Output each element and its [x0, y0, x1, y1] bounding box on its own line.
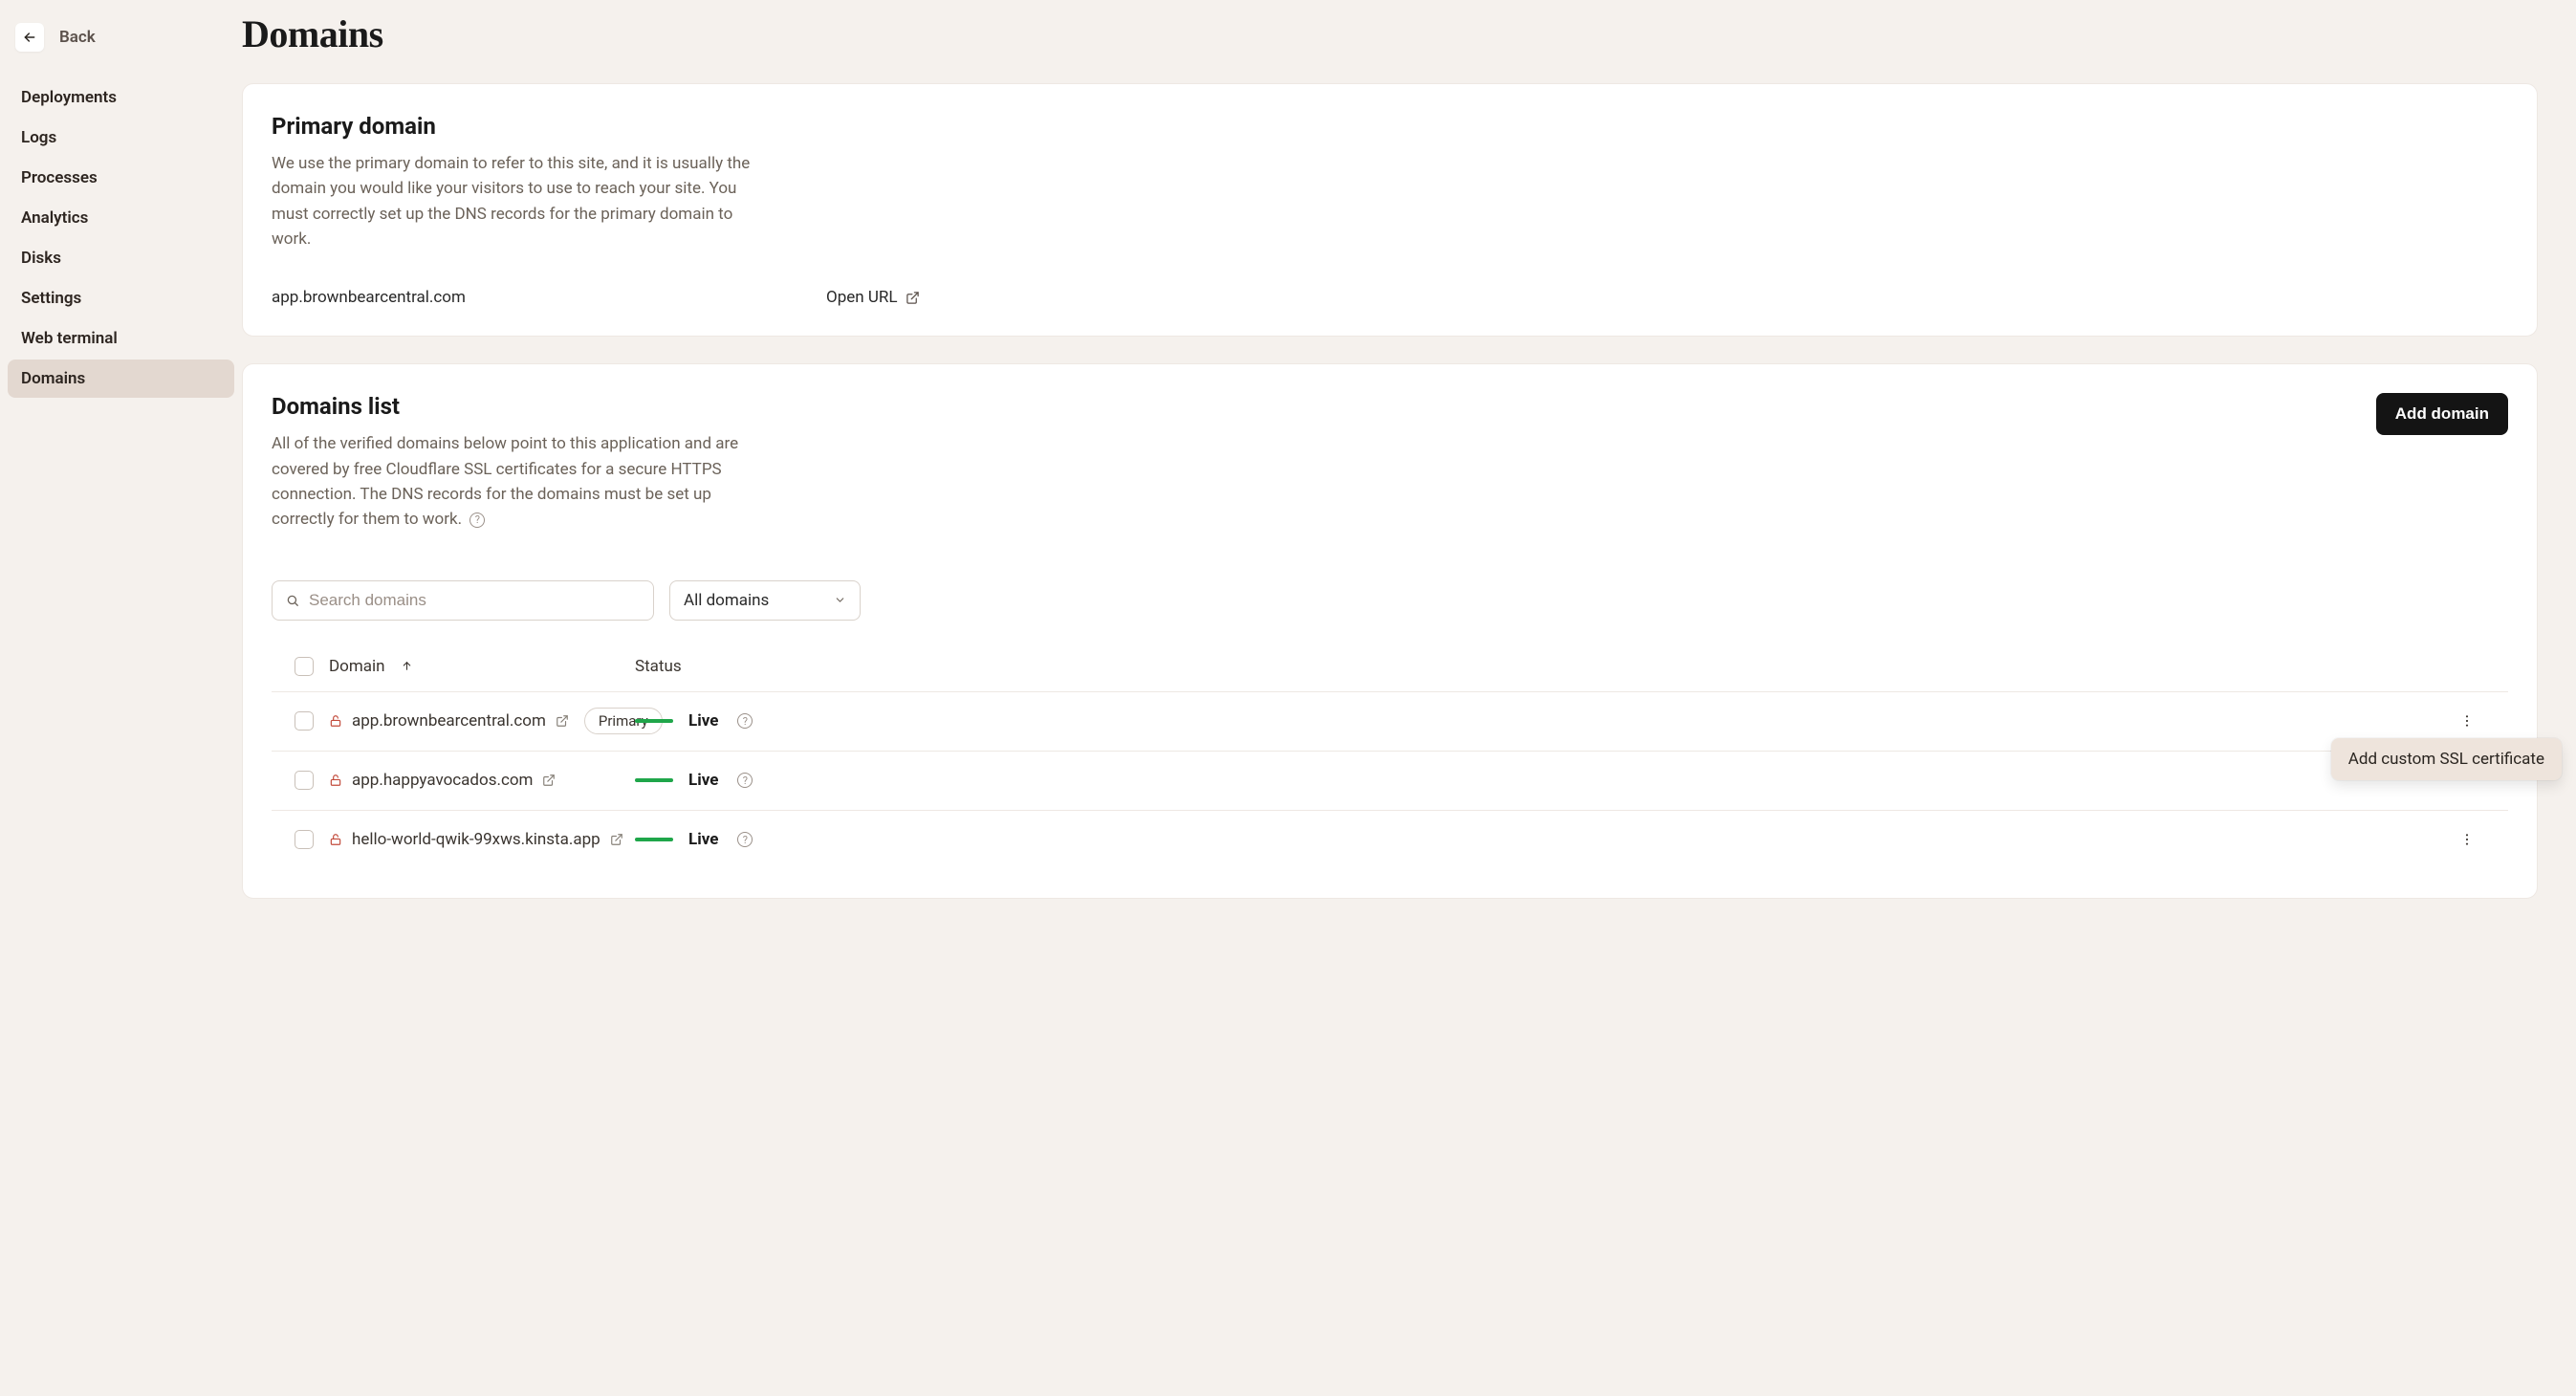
row-checkbox[interactable]	[295, 830, 314, 849]
sidebar-item-web-terminal[interactable]: Web terminal	[8, 319, 234, 358]
open-url-link[interactable]: Open URL	[826, 288, 920, 307]
row-actions-menu[interactable]	[2455, 709, 2479, 733]
sidebar-item-settings[interactable]: Settings	[8, 279, 234, 317]
lock-open-icon	[329, 833, 342, 846]
column-header-status[interactable]: Status	[635, 657, 960, 676]
add-ssl-popover[interactable]: Add custom SSL certificate	[2331, 738, 2562, 780]
add-domain-button[interactable]: Add domain	[2376, 393, 2508, 435]
sidebar: Back Deployments Logs Processes Analytic…	[0, 0, 242, 1396]
primary-domain-heading: Primary domain	[272, 113, 2508, 140]
lock-open-icon	[329, 774, 342, 787]
page-title: Domains	[242, 11, 2538, 56]
status-text: Live	[688, 711, 718, 731]
table-row: app.happyavocados.com Live ?	[272, 751, 2508, 810]
row-checkbox[interactable]	[295, 711, 314, 731]
primary-domain-description: We use the primary domain to refer to th…	[272, 151, 769, 251]
search-domains-input[interactable]	[309, 591, 640, 610]
chevron-down-icon	[834, 594, 846, 606]
status-indicator	[635, 719, 673, 723]
search-domains-wrapper	[272, 580, 654, 621]
help-icon[interactable]: ?	[737, 773, 753, 788]
sidebar-item-analytics[interactable]: Analytics	[8, 199, 234, 237]
filter-domains-select[interactable]: All domains	[669, 580, 861, 621]
sidebar-nav: Deployments Logs Processes Analytics Dis…	[8, 78, 234, 398]
primary-domain-card: Primary domain We use the primary domain…	[242, 83, 2538, 337]
main-content: Domains Primary domain We use the primar…	[242, 0, 2576, 1396]
table-row: app.brownbearcentral.com Primary Live ?	[272, 691, 2508, 751]
row-checkbox[interactable]	[295, 771, 314, 790]
external-link-icon	[906, 291, 920, 305]
domains-table: Domain Status	[272, 642, 2508, 869]
external-link-icon[interactable]	[556, 714, 569, 728]
sidebar-item-logs[interactable]: Logs	[8, 119, 234, 157]
back-label: Back	[59, 28, 96, 47]
domain-name[interactable]: hello-world-qwik-99xws.kinsta.app	[352, 830, 600, 849]
primary-domain-value: app.brownbearcentral.com	[272, 288, 826, 307]
external-link-icon[interactable]	[542, 774, 556, 787]
external-link-icon[interactable]	[610, 833, 623, 846]
column-header-domain[interactable]: Domain	[329, 657, 635, 676]
row-actions-menu[interactable]	[2455, 827, 2479, 852]
lock-open-icon	[329, 714, 342, 728]
status-indicator	[635, 778, 673, 782]
sidebar-item-deployments[interactable]: Deployments	[8, 78, 234, 117]
help-icon[interactable]: ?	[737, 832, 753, 847]
filter-domains-value: All domains	[684, 591, 769, 610]
back-button[interactable]: Back	[8, 17, 234, 76]
domains-list-description: All of the verified domains below point …	[272, 431, 769, 532]
help-icon[interactable]: ?	[737, 713, 753, 729]
sidebar-item-processes[interactable]: Processes	[8, 159, 234, 197]
domain-name[interactable]: app.happyavocados.com	[352, 771, 533, 790]
help-icon[interactable]: ?	[469, 513, 485, 528]
search-icon	[286, 594, 299, 607]
status-text: Live	[688, 830, 718, 849]
select-all-checkbox[interactable]	[295, 657, 314, 676]
sort-ascending-icon	[401, 660, 413, 672]
sidebar-item-disks[interactable]: Disks	[8, 239, 234, 277]
sidebar-item-domains[interactable]: Domains	[8, 360, 234, 398]
domain-name[interactable]: app.brownbearcentral.com	[352, 711, 546, 731]
arrow-left-icon	[15, 23, 44, 52]
table-row: hello-world-qwik-99xws.kinsta.app Live ?	[272, 810, 2508, 869]
domains-list-heading: Domains list	[272, 393, 769, 420]
status-indicator	[635, 838, 673, 841]
domains-list-card: Domains list All of the verified domains…	[242, 363, 2538, 898]
status-text: Live	[688, 771, 718, 790]
open-url-label: Open URL	[826, 288, 898, 307]
table-header: Domain Status	[272, 642, 2508, 691]
